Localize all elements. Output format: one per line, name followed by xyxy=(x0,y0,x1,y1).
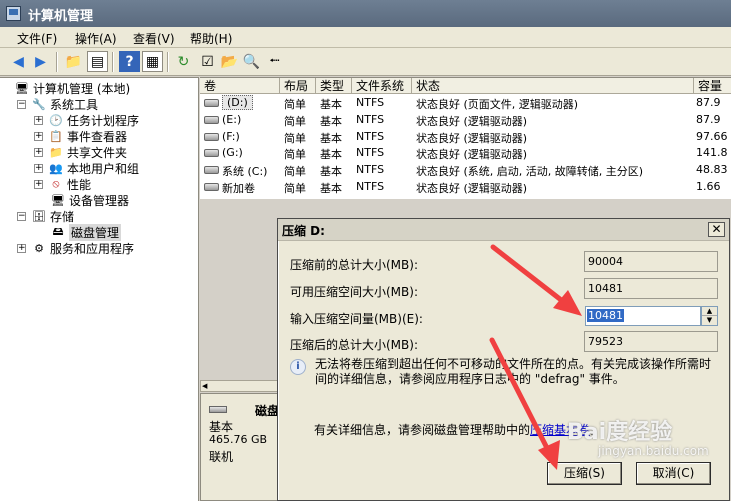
arrow-to-input xyxy=(490,244,568,306)
arrow-head-shrink xyxy=(538,440,560,470)
watermark-url: jingyan.baidu.com xyxy=(598,444,709,458)
watermark-logo: Bai度经验 xyxy=(567,420,673,445)
arrow-to-shrink xyxy=(489,337,551,453)
